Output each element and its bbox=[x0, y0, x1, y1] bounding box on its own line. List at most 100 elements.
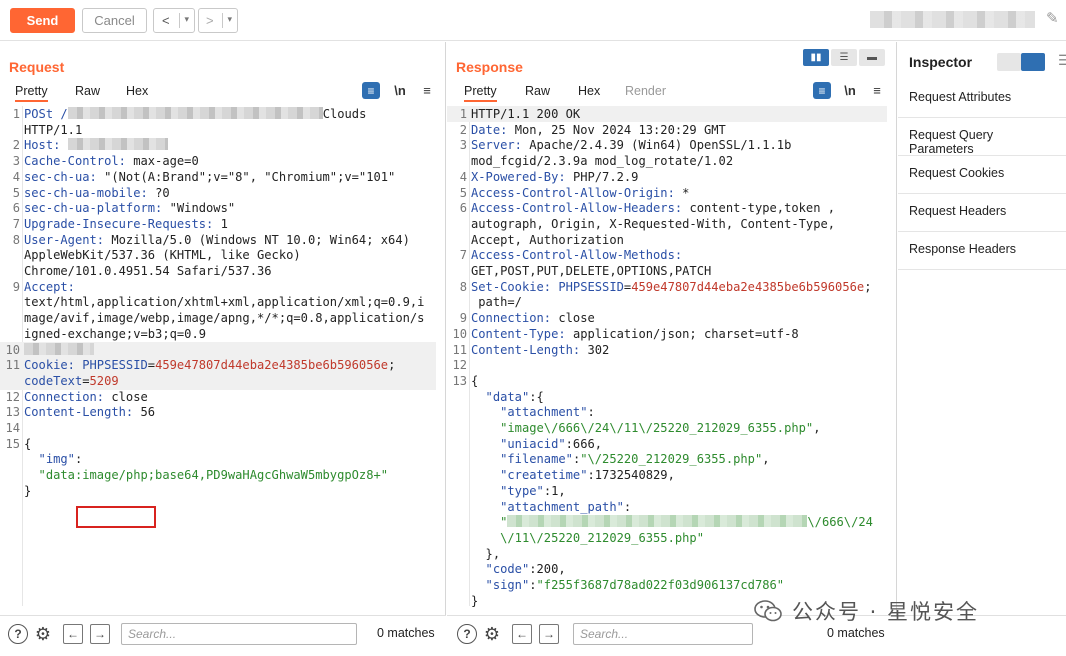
code-token: mod_fcgid/2.3.9a mod_log_rotate/1.02 bbox=[471, 154, 734, 169]
response-pane: ▮▮ ☰ ▬ Response Pretty Raw Hex Render ≡ … bbox=[447, 42, 897, 615]
search-input[interactable]: Search... bbox=[121, 623, 357, 645]
split-horizontal-icon[interactable]: ▮▮ bbox=[803, 49, 829, 66]
redacted-text bbox=[24, 342, 94, 355]
code-token: Clouds bbox=[322, 107, 367, 121]
code-line: 1 POSt / Clouds bbox=[0, 106, 366, 122]
back-button[interactable]: < ▾ bbox=[153, 8, 195, 33]
code-token: "\/25220_212029_6355.php" bbox=[580, 452, 763, 467]
code-token: 1 bbox=[220, 216, 228, 231]
redacted-text bbox=[67, 138, 168, 151]
code-token: Date: bbox=[471, 122, 515, 137]
code-line: GET,POST,PUT,DELETE,OPTIONS,PATCH bbox=[447, 263, 711, 279]
code-token: 302 bbox=[587, 342, 610, 357]
gear-icon[interactable]: ⚙ bbox=[33, 624, 53, 644]
code-token: \/666\/24 bbox=[807, 515, 873, 530]
inspector-section[interactable]: Request Cookies bbox=[898, 156, 1066, 194]
line-number: 7 bbox=[12, 216, 20, 231]
code-token: Server: bbox=[471, 138, 530, 153]
code-token: "(Not(A:Brand";v="8", "Chromium";v="101" bbox=[104, 169, 396, 184]
collapse-icon[interactable]: ☰ bbox=[1058, 52, 1066, 69]
code-line: 13 { bbox=[447, 373, 478, 389]
code-token: Set-Cookie: bbox=[471, 279, 559, 294]
menu-icon[interactable]: ≡ bbox=[418, 82, 436, 99]
code-token: sec-ch-ua-mobile: bbox=[24, 185, 156, 200]
chevron-down-icon[interactable]: ▾ bbox=[184, 14, 189, 25]
code-line: "filename":"\/25220_212029_6355.php", bbox=[447, 451, 769, 467]
line-number: 8 bbox=[12, 232, 20, 247]
help-icon[interactable]: ? bbox=[457, 624, 477, 644]
inspector-layout-active-icon[interactable] bbox=[1021, 53, 1045, 71]
code-line: Chrome/101.0.4951.54 Safari/537.36 bbox=[0, 263, 272, 279]
previous-match-icon[interactable]: ← bbox=[512, 624, 532, 644]
pencil-icon[interactable]: ✎ bbox=[1046, 9, 1059, 27]
target-host-redacted[interactable] bbox=[870, 11, 1035, 28]
code-token: Mon, 25 Nov 2024 13:20:29 GMT bbox=[514, 122, 726, 137]
code-line: 2 Host: bbox=[0, 137, 168, 153]
word-wrap-icon[interactable]: ≡ bbox=[362, 82, 380, 99]
code-line: text/html,application/xhtml+xml,applicat… bbox=[0, 294, 424, 310]
split-vertical-icon[interactable]: ☰ bbox=[831, 49, 857, 66]
line-number: 12 bbox=[5, 389, 20, 404]
forward-button[interactable]: > ▾ bbox=[198, 8, 238, 33]
tab-raw[interactable]: Raw bbox=[525, 84, 550, 98]
tab-hex[interactable]: Hex bbox=[126, 84, 148, 98]
code-token: :666, bbox=[565, 436, 603, 451]
cancel-button[interactable]: Cancel bbox=[82, 8, 147, 33]
word-wrap-icon[interactable]: ≡ bbox=[813, 82, 831, 99]
previous-match-icon[interactable]: ← bbox=[63, 624, 83, 644]
code-line: 2 Date: Mon, 25 Nov 2024 13:20:29 GMT bbox=[447, 122, 726, 138]
code-line: 15 { bbox=[0, 436, 31, 452]
line-number: 6 bbox=[12, 201, 20, 216]
inspector-section[interactable]: Request Query Parameters bbox=[898, 118, 1066, 156]
code-line: 5 sec-ch-ua-mobile: ?0 bbox=[0, 185, 170, 201]
code-token: }, bbox=[471, 546, 501, 561]
code-token: Content-Type: bbox=[471, 326, 573, 341]
menu-icon[interactable]: ≡ bbox=[868, 82, 886, 99]
code-token: Cookie: bbox=[24, 358, 83, 373]
line-number: 2 bbox=[12, 138, 20, 153]
code-token: "attachment_path" bbox=[471, 499, 624, 514]
inspector-section[interactable]: Request Headers bbox=[898, 194, 1066, 232]
line-number: 13 bbox=[5, 405, 20, 420]
code-token: HTTP/1.1 bbox=[24, 122, 83, 137]
match-count: 0 matches bbox=[377, 626, 435, 640]
search-input[interactable]: Search... bbox=[573, 623, 753, 645]
next-match-icon[interactable]: → bbox=[539, 624, 559, 644]
code-token: PHPSESSID bbox=[82, 358, 148, 373]
request-search-bar: ? ⚙ ← → Search... 0 matches bbox=[0, 615, 446, 656]
code-token: User-Agent: bbox=[24, 232, 112, 247]
code-line: igned-exchange;v=b3;q=0.9 bbox=[0, 326, 206, 342]
tab-pretty[interactable]: Pretty bbox=[15, 84, 48, 102]
next-match-icon[interactable]: → bbox=[90, 624, 110, 644]
single-pane-icon[interactable]: ▬ bbox=[859, 49, 885, 66]
code-token: : bbox=[587, 405, 595, 420]
tab-hex[interactable]: Hex bbox=[578, 84, 600, 98]
tab-pretty[interactable]: Pretty bbox=[464, 84, 497, 102]
code-line: 11 Cookie: PHPSESSID=459e47807d44eba2e438… bbox=[0, 357, 395, 373]
watermark: 公众号 · 星悦安全 bbox=[754, 596, 979, 626]
code-token: { bbox=[471, 373, 479, 388]
code-token: Host: bbox=[24, 138, 68, 153]
inspector-layout-icon[interactable] bbox=[997, 53, 1021, 71]
code-line: "createtime":1732540829, bbox=[447, 467, 675, 483]
code-line: } bbox=[447, 593, 478, 609]
newline-toggle[interactable]: \n bbox=[841, 82, 859, 99]
code-token: "code" bbox=[471, 562, 530, 577]
code-line: 9 Accept: bbox=[0, 279, 75, 295]
code-token: Cache-Control: bbox=[24, 154, 134, 169]
line-number: 10 bbox=[452, 326, 467, 341]
help-icon[interactable]: ? bbox=[8, 624, 28, 644]
gear-icon[interactable]: ⚙ bbox=[482, 624, 502, 644]
tab-raw[interactable]: Raw bbox=[75, 84, 100, 98]
code-token: AppleWebKit/537.36 (KHTML, like Gecko) bbox=[24, 248, 301, 263]
newline-toggle[interactable]: \n bbox=[391, 82, 409, 99]
code-token: "createtime" bbox=[471, 468, 588, 483]
send-button[interactable]: Send bbox=[10, 8, 75, 33]
code-line: Accept, Authorization bbox=[447, 232, 624, 248]
code-token: "attachment" bbox=[471, 405, 588, 420]
inspector-section[interactable]: Response Headers bbox=[898, 232, 1066, 270]
chevron-down-icon[interactable]: ▾ bbox=[227, 14, 232, 25]
inspector-section[interactable]: Request Attributes bbox=[898, 80, 1066, 118]
code-line: 5 Access-Control-Allow-Origin: * bbox=[447, 185, 690, 201]
tab-render[interactable]: Render bbox=[625, 84, 666, 98]
